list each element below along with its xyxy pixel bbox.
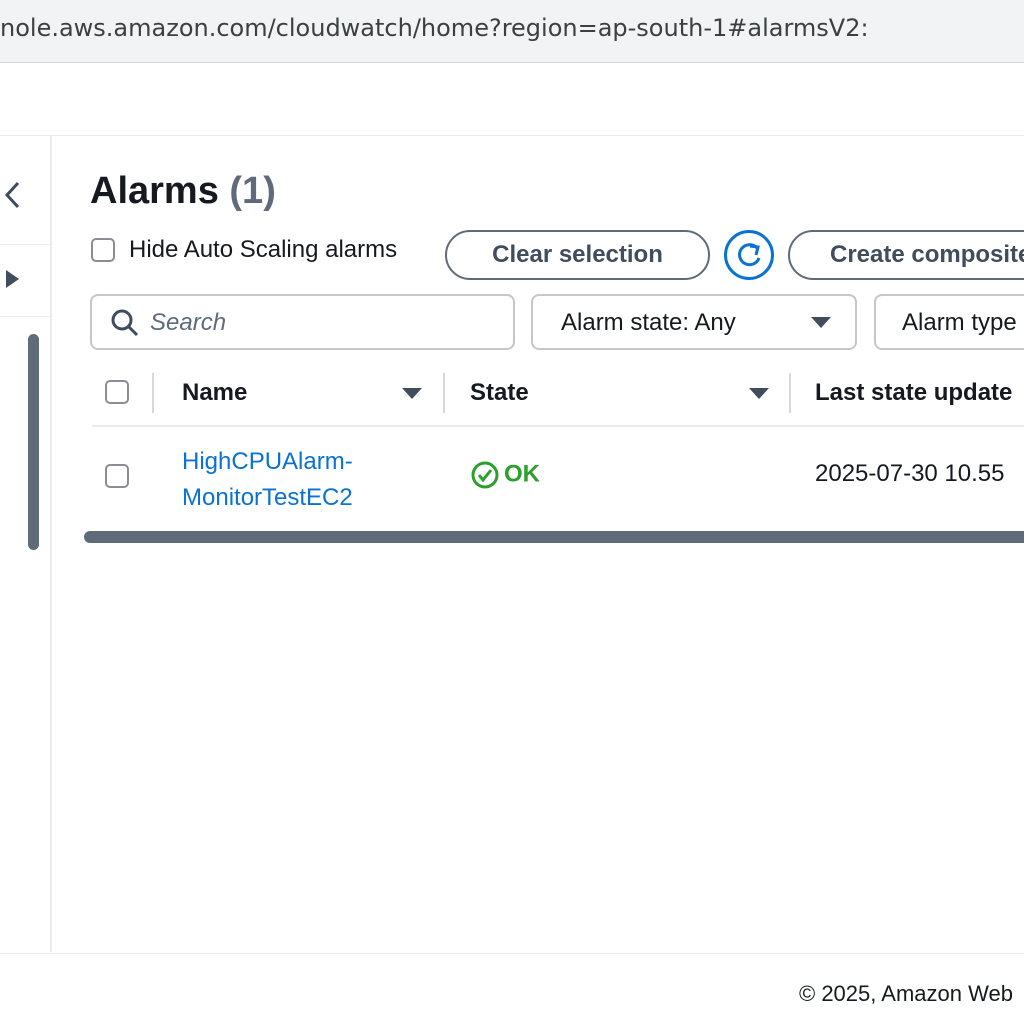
page-title-text: Alarms [90, 170, 219, 212]
select-all-checkbox[interactable] [105, 380, 129, 404]
expand-triangle-icon[interactable] [6, 270, 19, 288]
refresh-icon [738, 243, 761, 267]
vertical-scrollbar[interactable] [28, 334, 39, 550]
last-update-timestamp: 2025-07-30 10.55 [815, 460, 1005, 487]
browser-address-bar[interactable]: nole.aws.amazon.com/cloudwatch/home?regi… [0, 0, 1024, 63]
collapse-chevron-left-icon[interactable] [2, 180, 24, 210]
rail-divider [0, 244, 50, 245]
rail-divider [0, 316, 50, 317]
side-navigation-rail [0, 136, 52, 952]
search-icon [111, 309, 139, 337]
search-placeholder: Search [150, 309, 227, 336]
create-composite-alarm-button[interactable]: Create composite [788, 230, 1024, 280]
table-header-divider [92, 425, 1024, 427]
alarm-state-dropdown[interactable]: Alarm state: Any [531, 294, 857, 350]
sort-state-icon[interactable] [749, 388, 769, 399]
alarm-name-line1[interactable]: HighCPUAlarm- [182, 444, 353, 480]
alarm-state-value: Alarm state: Any [561, 309, 736, 336]
hide-autoscaling-checkbox[interactable] [91, 238, 115, 262]
clear-selection-button[interactable]: Clear selection [445, 230, 710, 280]
state-ok-text: OK [504, 460, 540, 488]
check-circle-icon [471, 461, 499, 489]
search-input[interactable]: Search [90, 294, 515, 350]
top-navigation-area [0, 63, 1024, 136]
url-text[interactable]: nole.aws.amazon.com/cloudwatch/home?regi… [0, 14, 869, 42]
footer: © 2025, Amazon Web [0, 953, 1024, 1025]
alarm-type-dropdown[interactable]: Alarm type [874, 294, 1024, 350]
column-header-state[interactable]: State [470, 379, 529, 407]
refresh-button[interactable] [724, 230, 774, 280]
chevron-down-icon [811, 317, 831, 328]
page-title: Alarms (1) [90, 170, 276, 213]
column-header-name[interactable]: Name [182, 379, 247, 407]
hide-autoscaling-label[interactable]: Hide Auto Scaling alarms [129, 236, 397, 264]
alarm-name-link[interactable]: HighCPUAlarm- MonitorTestEC2 [182, 444, 353, 516]
copyright-text: © 2025, Amazon Web [799, 981, 1013, 1006]
sort-name-icon[interactable] [402, 388, 422, 399]
column-header-last-update[interactable]: Last state update [815, 379, 1012, 407]
alarm-name-line2[interactable]: MonitorTestEC2 [182, 480, 353, 516]
horizontal-scrollbar[interactable] [84, 531, 1024, 543]
column-separator [789, 373, 791, 413]
alarm-type-value: Alarm type [902, 309, 1017, 336]
status-badge: OK [470, 460, 540, 490]
alarm-count: (1) [229, 170, 276, 212]
column-separator [443, 373, 445, 413]
row-select-checkbox[interactable] [105, 464, 129, 488]
column-separator [152, 373, 154, 413]
